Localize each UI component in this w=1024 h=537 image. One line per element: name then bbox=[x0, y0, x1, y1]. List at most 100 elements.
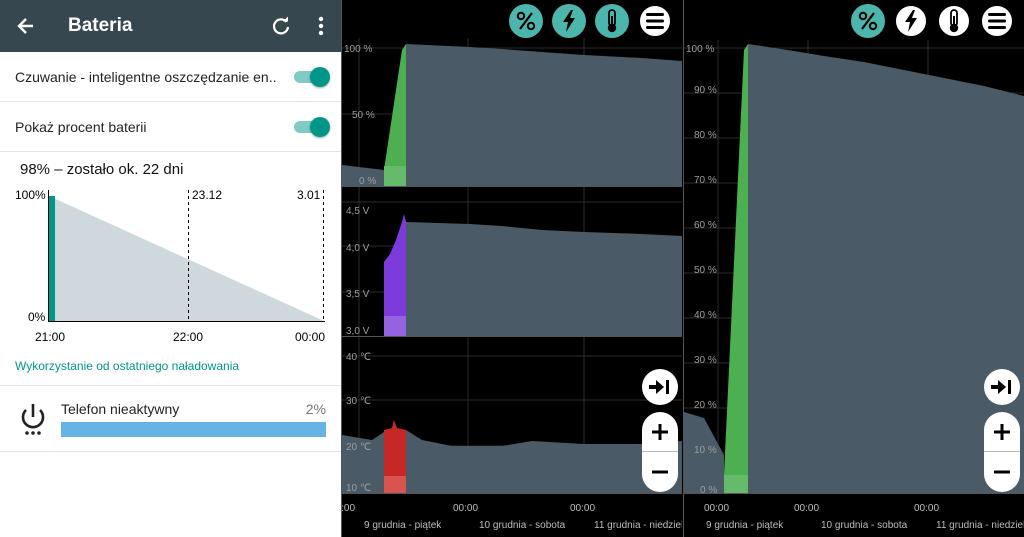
y-tick-20: 20 % bbox=[694, 400, 717, 411]
x-date-label-3: 11 grudnia - niedziela bbox=[594, 520, 682, 531]
app-usage-row[interactable]: Telefon nieaktywny 2% bbox=[0, 386, 341, 452]
temperature-toggle-button[interactable] bbox=[595, 4, 629, 38]
battery-settings-panel: Bateria Czuwanie - inteligentne oszczędz… bbox=[0, 0, 341, 537]
y-tick-30: 30 % bbox=[694, 355, 717, 366]
temperature-tick-20: 20 ℃ bbox=[346, 442, 371, 453]
mini-marker-label-2: 3.01 bbox=[297, 188, 321, 202]
percent-chart: 100 % 50 % 0 % bbox=[342, 44, 682, 187]
percent-charge-base bbox=[384, 166, 406, 186]
mini-x-label-1: 21:00 bbox=[35, 330, 65, 344]
percent-toggle-button[interactable] bbox=[851, 4, 885, 38]
page-title: Bateria bbox=[68, 15, 133, 36]
voltage-toggle-button[interactable] bbox=[552, 4, 586, 38]
jump-to-end-icon bbox=[649, 380, 669, 394]
temperature-discharge-area-2 bbox=[406, 430, 682, 493]
temperature-tick-10: 10 ℃ bbox=[346, 483, 371, 494]
voltage-tick-3-0: 3,0 V bbox=[346, 326, 370, 337]
y-tick-50: 50 % bbox=[694, 265, 717, 276]
menu-button[interactable] bbox=[638, 4, 672, 38]
voltage-discharge-area bbox=[406, 222, 682, 336]
show-battery-percent-label: Pokaż procent baterii bbox=[15, 118, 147, 135]
app-usage-header: Telefon nieaktywny 2% bbox=[61, 401, 326, 417]
bolt-icon bbox=[905, 10, 917, 32]
chart-toggle-buttons bbox=[851, 4, 1023, 38]
jump-to-end-button[interactable] bbox=[984, 369, 1020, 405]
chart-toggle-buttons bbox=[509, 4, 681, 38]
menu-icon bbox=[988, 13, 1006, 29]
stacked-charts-svg: 100 % 50 % 0 % 4,5 V 4,0 V 3,5 V 3,0 V 4… bbox=[342, 38, 682, 531]
overflow-menu-button[interactable] bbox=[301, 0, 341, 52]
temperature-tick-40: 40 ℃ bbox=[346, 352, 371, 363]
percent-icon bbox=[516, 11, 536, 31]
x-date-label-3: 11 grudnia - niedziela bbox=[936, 520, 1024, 531]
y-tick-100: 100 % bbox=[686, 44, 714, 55]
charge-history-bar bbox=[49, 196, 55, 321]
thermometer-icon bbox=[607, 9, 617, 33]
standby-smart-saving-toggle[interactable] bbox=[292, 66, 330, 88]
power-icon bbox=[15, 399, 51, 439]
percent-full-svg: 100 % 90 % 80 % 70 % 60 % 50 % 40 % 30 %… bbox=[684, 40, 1024, 531]
zoom-controls bbox=[984, 412, 1020, 492]
x-time-label-2: 00:00 bbox=[794, 503, 819, 514]
percent-full-discharge-area-2 bbox=[748, 44, 1024, 493]
battery-summary: 98% – zostało ok. 22 dni bbox=[20, 161, 184, 178]
y-tick-10: 10 % bbox=[694, 445, 717, 456]
zoom-controls bbox=[642, 412, 678, 492]
percent-tick-0: 0 % bbox=[359, 176, 376, 187]
percent-discharge-area-2 bbox=[406, 44, 682, 186]
zoom-in-button[interactable] bbox=[642, 412, 678, 452]
percent-full-charge-base bbox=[724, 475, 748, 493]
menu-button[interactable] bbox=[980, 4, 1014, 38]
y-tick-0: 0 % bbox=[700, 485, 717, 496]
show-battery-percent-row[interactable]: Pokaż procent baterii bbox=[0, 102, 341, 152]
zoom-out-icon bbox=[994, 470, 1010, 474]
back-button[interactable] bbox=[0, 0, 52, 52]
temperature-chart: 40 ℃ 30 ℃ 20 ℃ 10 ℃ bbox=[342, 352, 682, 494]
thermometer-icon bbox=[949, 9, 959, 33]
x-date-label-1: 9 grudnia - piątek bbox=[364, 520, 442, 531]
bolt-icon bbox=[563, 10, 575, 32]
x-time-label-3: 00:00 bbox=[570, 503, 595, 514]
standby-smart-saving-label: Czuwanie - inteligentne oszczędzanie en.… bbox=[15, 68, 277, 85]
app-name: Telefon nieaktywny bbox=[61, 400, 180, 417]
temperature-toggle-button[interactable] bbox=[937, 4, 971, 38]
voltage-toggle-button[interactable] bbox=[894, 4, 928, 38]
voltage-tick-3-5: 3,5 V bbox=[346, 289, 370, 300]
mini-x-label-3: 00:00 bbox=[295, 330, 325, 344]
mini-x-label-2: 22:00 bbox=[173, 330, 203, 344]
percent-icon bbox=[858, 11, 878, 31]
show-battery-percent-toggle[interactable] bbox=[292, 116, 330, 138]
standby-smart-saving-row[interactable]: Czuwanie - inteligentne oszczędzanie en.… bbox=[0, 52, 341, 102]
mini-chart-svg: 100% 0% 23.12 3.01 21:00 22:00 00:00 bbox=[15, 188, 325, 344]
app-percent: 2% bbox=[305, 400, 326, 417]
zoom-out-button[interactable] bbox=[642, 452, 678, 492]
zoom-in-icon bbox=[994, 423, 1010, 440]
y-tick-40: 40 % bbox=[694, 310, 717, 321]
mini-y-top-label: 100% bbox=[15, 188, 46, 202]
percent-full-charge-area bbox=[724, 44, 748, 493]
refresh-button[interactable] bbox=[261, 0, 301, 52]
stacked-charts-panel: 100 % 50 % 0 % 4,5 V 4,0 V 3,5 V 3,0 V 4… bbox=[342, 0, 682, 537]
refresh-icon bbox=[272, 16, 290, 35]
toggle-thumb bbox=[310, 116, 330, 137]
zoom-in-button[interactable] bbox=[984, 412, 1020, 452]
percent-charge-area bbox=[384, 44, 406, 186]
x-time-label-1: 00:00 bbox=[704, 503, 729, 514]
screen-root: Bateria Czuwanie - inteligentne oszczędz… bbox=[0, 0, 1024, 537]
jump-to-end-button[interactable] bbox=[642, 369, 678, 405]
voltage-chart: 4,5 V 4,0 V 3,5 V 3,0 V bbox=[342, 201, 682, 337]
voltage-charge-base bbox=[384, 316, 406, 336]
x-time-label-1: 00:00 bbox=[342, 503, 355, 514]
usage-since-charge-link[interactable]: Wykorzystanie od ostatniego naładowania bbox=[0, 346, 341, 386]
jump-to-end-icon bbox=[991, 380, 1011, 394]
voltage-tick-4-0: 4,0 V bbox=[346, 243, 370, 254]
zoom-out-icon bbox=[652, 470, 668, 474]
menu-icon bbox=[646, 13, 664, 29]
y-tick-60: 60 % bbox=[694, 220, 717, 231]
percent-toggle-button[interactable] bbox=[509, 4, 543, 38]
zoom-out-button[interactable] bbox=[984, 452, 1020, 492]
x-time-label-2: 00:00 bbox=[453, 503, 478, 514]
app-usage-bar bbox=[61, 421, 326, 437]
battery-mini-chart: 100% 0% 23.12 3.01 21:00 22:00 00:00 bbox=[0, 184, 341, 346]
percent-tick-50: 50 % bbox=[352, 110, 375, 121]
